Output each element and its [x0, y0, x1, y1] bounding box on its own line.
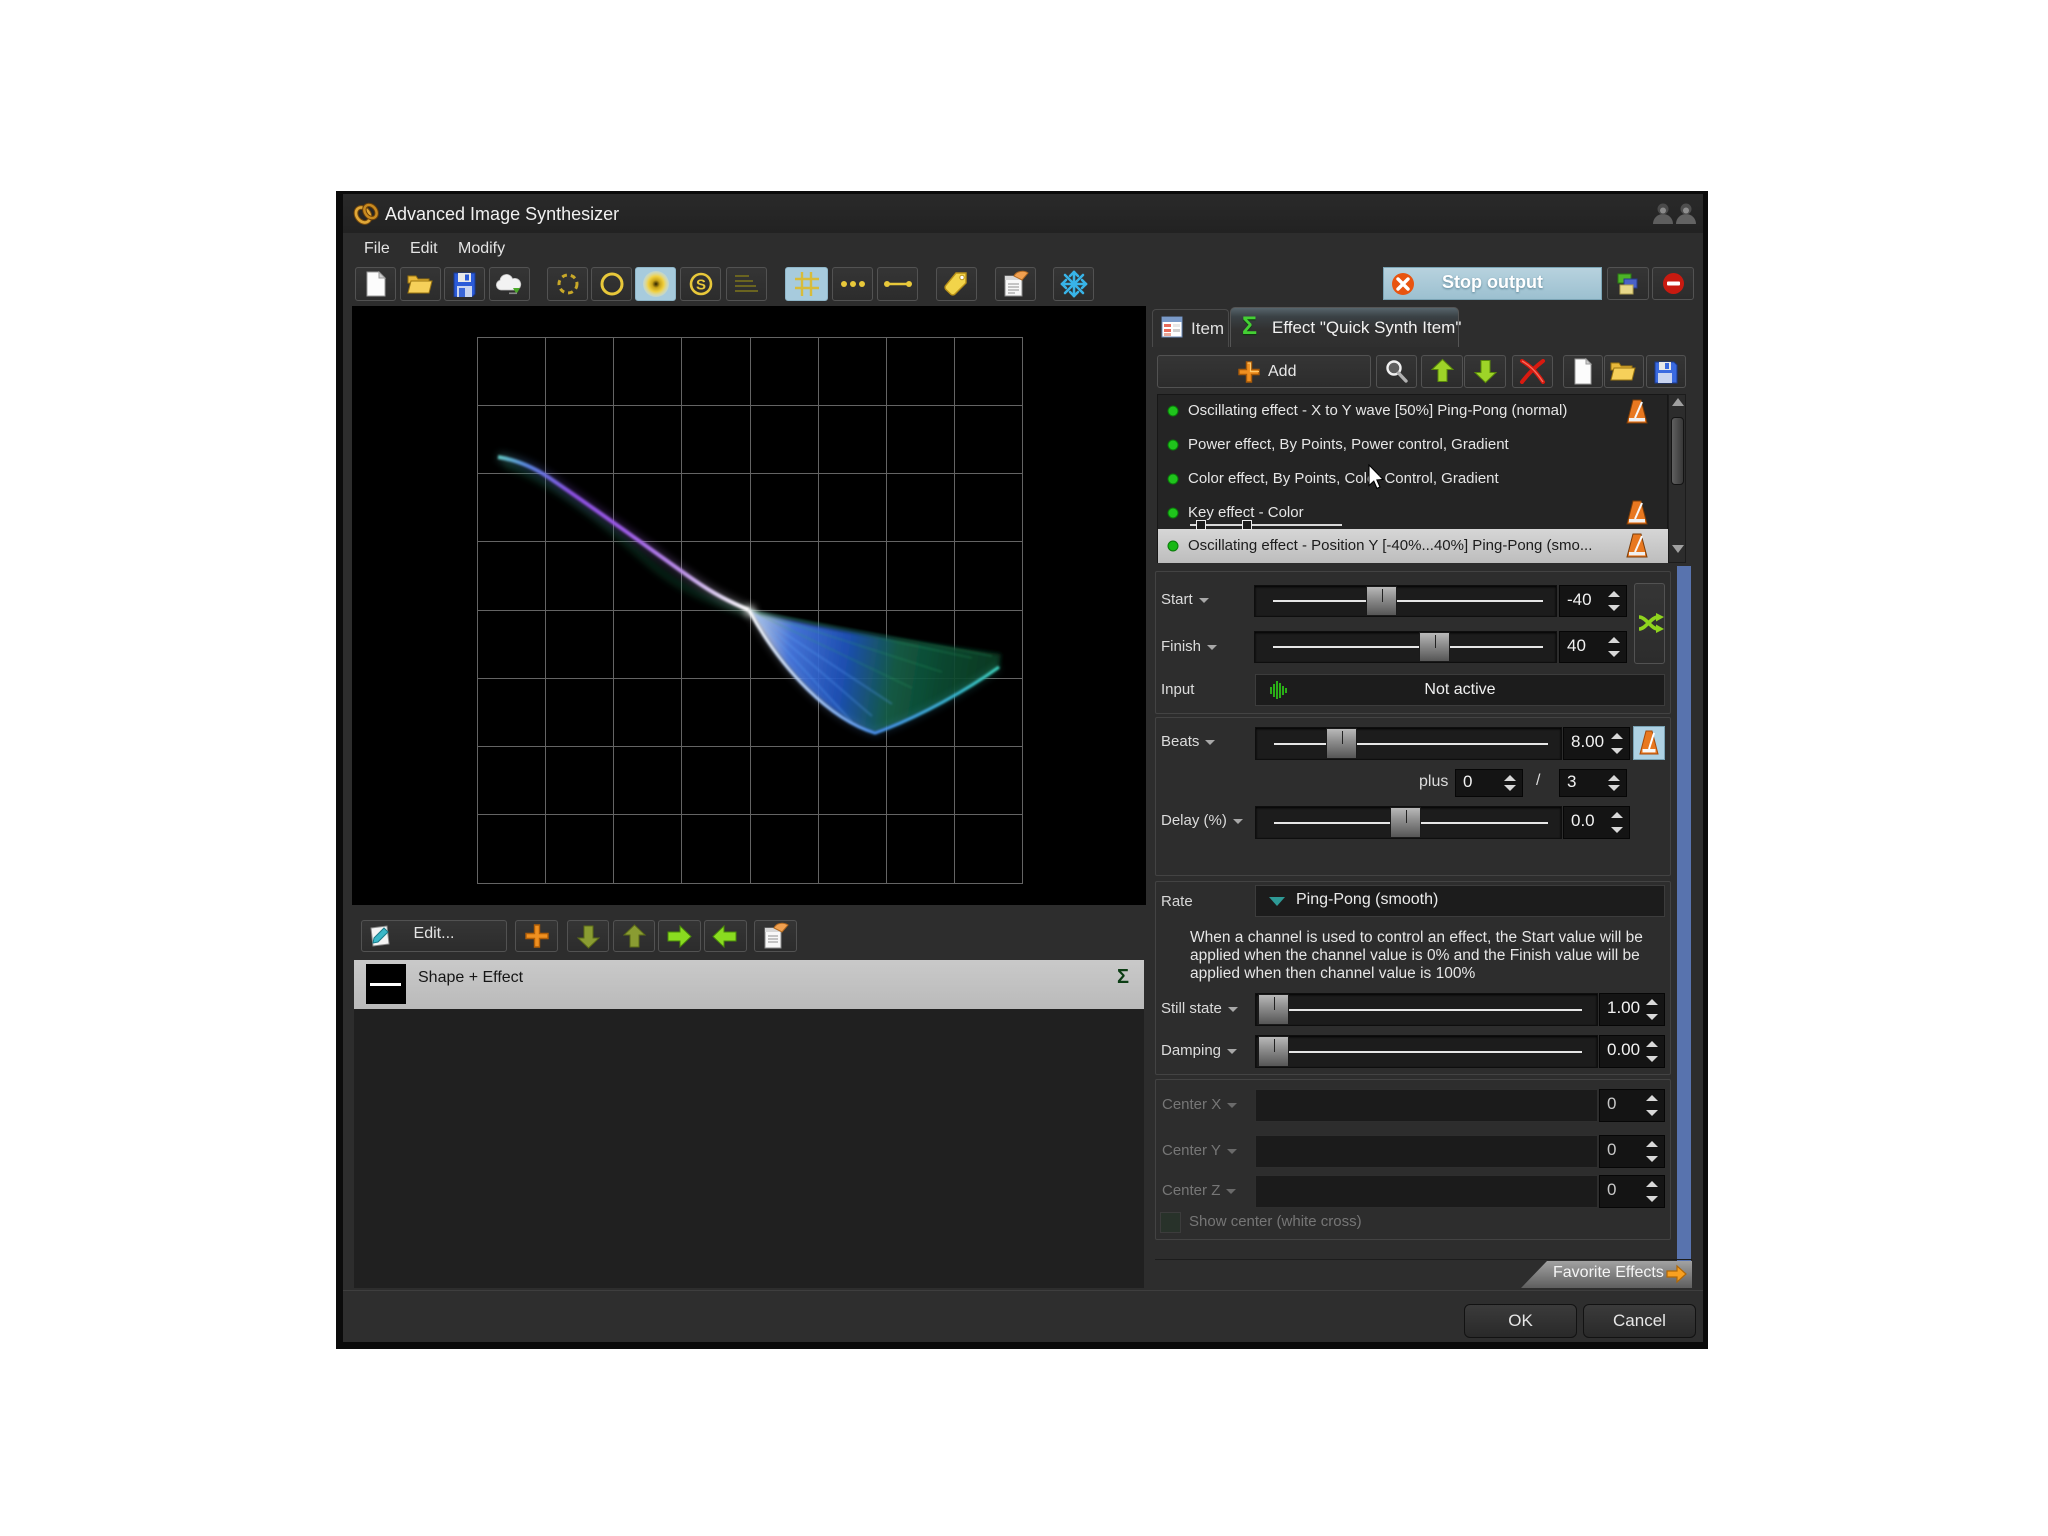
svg-text:S: S	[696, 277, 706, 294]
